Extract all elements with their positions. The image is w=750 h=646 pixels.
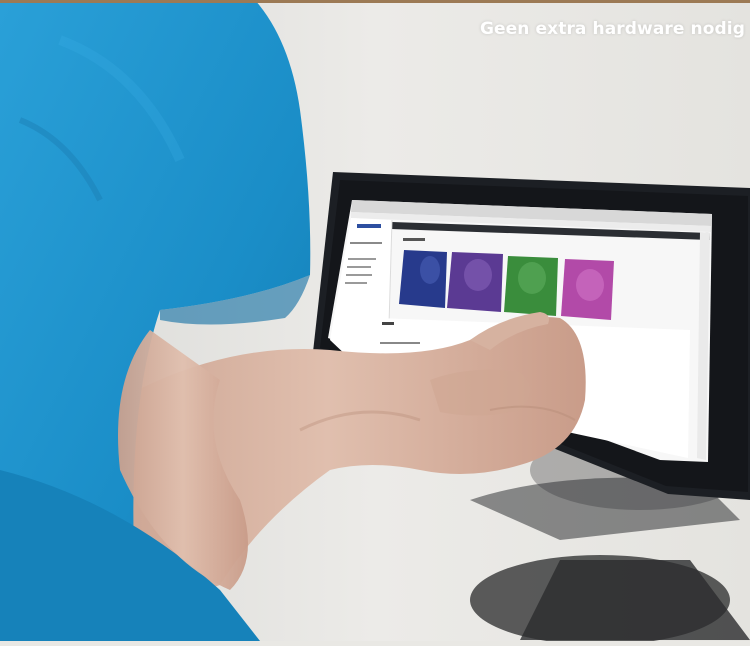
headline-text: Geen extra hardware nodig [479,19,745,39]
photo-scene [0,0,750,645]
top-edge-strip [0,0,750,3]
